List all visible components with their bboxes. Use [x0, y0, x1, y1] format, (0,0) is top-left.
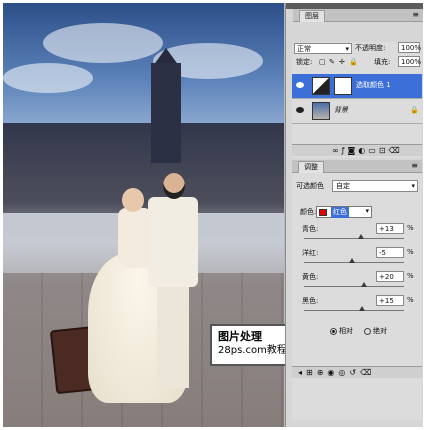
panel-menu-icon[interactable]: ≡	[412, 9, 419, 21]
yellow-input[interactable]: +20	[376, 271, 404, 282]
percent-unit: %	[407, 296, 414, 304]
colors-select[interactable]: 红色 ▾	[316, 206, 372, 218]
preset-select[interactable]: 自定	[332, 180, 418, 192]
chevron-down-icon: ▾	[365, 207, 369, 215]
slider-thumb[interactable]	[358, 306, 365, 311]
slider-thumb[interactable]	[357, 234, 364, 239]
slider-track[interactable]	[304, 310, 404, 311]
lock-label: 锁定:	[296, 58, 313, 66]
visibility-eye-icon[interactable]	[296, 82, 304, 88]
tab-layers[interactable]: 图层	[299, 10, 325, 22]
groom-legs	[157, 283, 189, 388]
layer-selective-color[interactable]: 选取颜色 1	[292, 74, 422, 99]
radio-unselected-icon	[364, 327, 371, 335]
slider-track[interactable]	[304, 238, 404, 239]
visibility-eye-icon[interactable]: ◉	[327, 368, 338, 377]
layer-background[interactable]: 背景 🔒	[292, 99, 422, 124]
adjustments-panel: 调整 ≡ 可选颜色 自定 颜色: 红色 ▾ 青色: +13 % 洋红: -5 %…	[292, 160, 422, 420]
panel-menu-icon[interactable]: ≡	[411, 160, 418, 172]
slider-label: 青色:	[302, 225, 319, 233]
layer-lock-icon: 🔒	[410, 106, 419, 114]
red-swatch	[319, 209, 327, 216]
groom-suit	[148, 197, 198, 287]
fill-label: 填充:	[374, 58, 391, 66]
groom-head	[163, 173, 185, 199]
cyan-input[interactable]: +13	[376, 223, 404, 234]
group-folder-icon[interactable]: ▭	[368, 146, 379, 155]
magenta-input[interactable]: -5	[376, 247, 404, 258]
opacity-label: 不透明度:	[355, 44, 386, 52]
slider-yellow: 黄色: +20 %	[292, 270, 422, 294]
slider-label: 洋红:	[302, 249, 319, 257]
trash-icon[interactable]: ⌫	[360, 368, 375, 377]
adjust-tabbar: 调整 ≡	[292, 160, 422, 173]
link-layers-icon[interactable]: ∞	[332, 146, 342, 155]
expand-view-icon[interactable]: ⊞	[306, 368, 317, 377]
layers-toolbar: ∞ƒ◙◐▭⊡⌫	[292, 144, 422, 156]
layers-tabbar: 图层 ≡	[293, 9, 423, 22]
groom-figure	[143, 173, 203, 388]
layer-name[interactable]: 背景	[334, 105, 348, 115]
adjustment-thumbnail-icon	[312, 77, 330, 95]
trash-icon[interactable]: ⌫	[389, 146, 403, 155]
lock-row: 锁定: ▢ ✎ ✛ 🔒 填充: 100%	[292, 56, 422, 70]
slider-label: 黄色:	[302, 273, 319, 281]
adjustment-layer-icon[interactable]: ◐	[358, 146, 368, 155]
lock-position-icon[interactable]: ✛	[339, 58, 345, 66]
opacity-input[interactable]: 100%	[398, 42, 421, 53]
back-arrow-icon[interactable]: ◂	[298, 368, 306, 377]
adjust-toolbar: ◂⊞⊕◉◎↺⌫	[292, 366, 422, 378]
percent-unit: %	[407, 272, 414, 280]
tab-adjustments[interactable]: 调整	[298, 161, 324, 173]
lock-transparency-icon[interactable]: ▢	[319, 58, 326, 66]
percent-unit: %	[407, 248, 414, 256]
slider-black: 黑色: +15 %	[292, 294, 422, 318]
sky-cloud	[3, 63, 93, 93]
layers-panel: 正常 不透明度: 100% 锁定: ▢ ✎ ✛ 🔒 填充: 100% 选取颜色 …	[292, 42, 422, 158]
bride-head	[122, 188, 144, 212]
background-thumbnail	[312, 102, 330, 120]
blend-mode-select[interactable]: 正常	[294, 43, 352, 55]
slider-label: 黑色:	[302, 297, 319, 305]
radio-selected-icon	[330, 327, 337, 335]
method-relative-radio[interactable]: 相对	[330, 326, 353, 336]
lock-pixels-icon[interactable]: ✎	[329, 58, 335, 66]
layer-name[interactable]: 选取颜色 1	[356, 80, 391, 90]
colors-select-value: 红色	[331, 207, 349, 218]
blend-row: 正常 不透明度: 100%	[292, 42, 422, 56]
method-absolute-radio[interactable]: 绝对	[364, 326, 387, 336]
slider-thumb[interactable]	[348, 258, 355, 263]
lock-all-icon[interactable]: 🔒	[349, 58, 358, 66]
colors-label: 颜色:	[300, 208, 317, 216]
fill-input[interactable]: 100%	[398, 56, 421, 67]
layer-mask-thumbnail[interactable]	[334, 77, 352, 95]
method-relative-label: 相对	[339, 327, 353, 335]
percent-unit: %	[407, 224, 414, 232]
photoshop-window: 图片处理 28ps.com教程网 图层 ≡ 正常 不透明度: 100% 锁定: …	[0, 0, 424, 430]
clip-layer-icon[interactable]: ⊕	[317, 368, 328, 377]
selective-color-label: 可选颜色	[296, 182, 324, 190]
view-previous-icon[interactable]: ◎	[338, 368, 349, 377]
slider-magenta: 洋红: -5 %	[292, 246, 422, 270]
clock-tower	[151, 63, 181, 163]
reset-icon[interactable]: ↺	[349, 368, 360, 377]
sky-cloud	[43, 23, 163, 63]
slider-thumb[interactable]	[361, 282, 367, 287]
add-mask-icon[interactable]: ◙	[348, 146, 359, 155]
slider-cyan: 青色: +13 %	[292, 222, 422, 246]
visibility-eye-icon[interactable]	[296, 107, 304, 113]
new-layer-icon[interactable]: ⊡	[379, 146, 389, 155]
method-absolute-label: 绝对	[373, 327, 387, 335]
slider-track[interactable]	[304, 286, 404, 287]
black-input[interactable]: +15	[376, 295, 404, 306]
